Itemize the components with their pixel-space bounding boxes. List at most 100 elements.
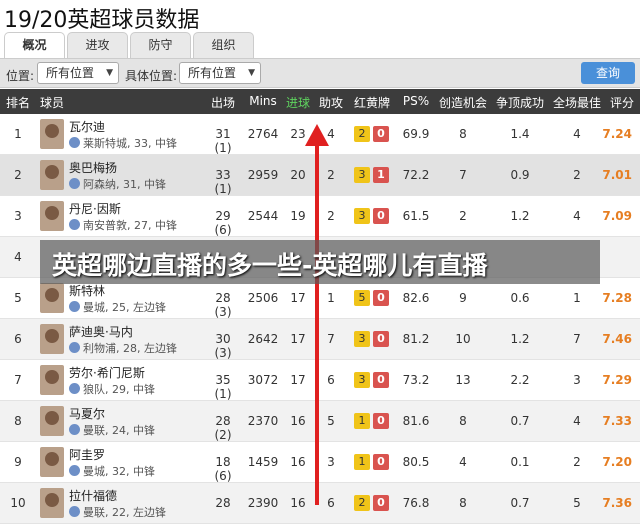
chevron-down-icon: ▼ [106,68,113,78]
mins-cell: 1459 [247,455,279,469]
club-badge-icon [69,301,80,312]
table-row[interactable]: 3 丹尼·因斯 南安普敦, 27, 中锋 29 (6) 2544 19 2 3 … [0,196,640,237]
table-row[interactable]: 1 瓦尔迪 莱斯特城, 33, 中锋 31 (1) 2764 23 4 2 0 … [0,114,640,155]
motm-cell: 4 [573,209,581,223]
ps-cell: 81.2 [402,332,430,346]
player-club-info: 曼城, 32, 中锋 [83,465,155,478]
assists-cell: 2 [327,168,335,182]
col-ps[interactable]: PS% [400,94,432,108]
tab-organize[interactable]: 组织 [193,32,254,58]
rating-cell: 7.24 [602,127,632,141]
position-select[interactable]: 所有位置 ▼ [37,62,119,84]
col-goals[interactable]: 进球 [284,94,312,111]
aerials-cell: 1.2 [510,209,530,223]
player-name[interactable]: 劳尔·希门尼斯 [69,364,145,381]
chances-cell: 2 [459,209,467,223]
player-name[interactable]: 马夏尔 [69,405,105,422]
yellow-card-count: 3 [354,208,370,224]
yellow-card-count: 5 [354,290,370,306]
player-info: 莱斯特城, 33, 中锋 [69,135,177,151]
table-row[interactable]: 7 劳尔·希门尼斯 狼队, 29, 中锋 35 (1) 3072 17 6 3 … [0,360,640,401]
rating-cell: 7.46 [602,332,632,346]
red-card-count: 0 [373,372,389,388]
player-name[interactable]: 拉什福德 [69,487,117,504]
player-info: 曼城, 32, 中锋 [69,463,155,479]
club-badge-icon [69,342,80,353]
rank-cell: 3 [14,209,22,223]
goals-cell: 17 [290,291,306,305]
col-mins[interactable]: Mins [246,94,280,108]
col-apps[interactable]: 出场 [206,94,240,111]
mins-cell: 2370 [247,414,279,428]
table-row[interactable]: 6 萨迪奥·马内 利物浦, 28, 左边锋 30 (3) 2642 17 7 3… [0,319,640,360]
yellow-card-count: 2 [354,126,370,142]
player-name[interactable]: 阿圭罗 [69,446,105,463]
tab-attack[interactable]: 进攻 [67,32,128,58]
rank-cell: 6 [14,332,22,346]
player-photo [40,283,64,313]
table-row[interactable]: 2 奥巴梅扬 阿森纳, 31, 中锋 33 (1) 2959 20 2 3 1 … [0,155,640,196]
assists-cell: 5 [327,414,335,428]
player-photo [40,160,64,190]
col-chances[interactable]: 创造机会 [437,94,489,111]
col-rating[interactable]: 评分 [607,94,637,111]
tab-defense[interactable]: 防守 [130,32,191,58]
table-row[interactable]: 5 斯特林 曼城, 25, 左边锋 28 (3) 2506 17 1 5 0 8… [0,278,640,319]
table-row[interactable]: 9 阿圭罗 曼城, 32, 中锋 18 (6) 1459 16 3 1 0 80… [0,442,640,483]
mins-cell: 3072 [247,373,279,387]
col-cards[interactable]: 红黄牌 [350,94,394,111]
aerials-cell: 1.2 [510,332,530,346]
player-info: 曼联, 24, 中锋 [69,422,155,438]
red-card-count: 0 [373,454,389,470]
chances-cell: 8 [459,127,467,141]
player-club-info: 阿森纳, 31, 中锋 [83,178,166,191]
goals-cell: 23 [290,127,306,141]
col-rank[interactable]: 排名 [6,94,30,111]
yellow-card-count: 1 [354,413,370,429]
player-name[interactable]: 萨迪奥·马内 [69,323,133,340]
player-name[interactable]: 瓦尔迪 [69,118,105,135]
table-row[interactable]: 10 拉什福德 曼联, 22, 左边锋 28 2390 16 6 2 0 76.… [0,483,640,524]
red-card-count: 1 [373,167,389,183]
tab-overview[interactable]: 概况 [4,32,65,58]
apps-cell: 35 (1) [214,373,232,401]
specific-position-select[interactable]: 所有位置 ▼ [179,62,261,84]
rating-cell: 7.29 [602,373,632,387]
apps-cell: 28 [215,496,231,510]
chances-cell: 8 [459,414,467,428]
motm-cell: 4 [573,414,581,428]
club-badge-icon [69,465,80,476]
mins-cell: 2390 [247,496,279,510]
col-aerials[interactable]: 争顶成功 [494,94,546,111]
table-header: 排名 球员 出场 Mins 进球 助攻 红黄牌 PS% 创造机会 争顶成功 全场… [0,89,640,114]
player-club-info: 曼联, 22, 左边锋 [83,506,166,519]
apps-cell: 18 (6) [214,455,232,483]
col-player[interactable]: 球员 [40,94,64,111]
rating-cell: 7.01 [602,168,632,182]
ps-cell: 61.5 [402,209,430,223]
player-photo [40,201,64,231]
rank-cell: 2 [14,168,22,182]
col-motm[interactable]: 全场最佳 [551,94,603,111]
tab-bar: 概况 进攻 防守 组织 [4,32,254,58]
aerials-cell: 2.2 [510,373,530,387]
apps-cell: 29 (6) [214,209,232,237]
col-assists[interactable]: 助攻 [316,94,346,111]
apps-cell: 31 (1) [214,127,232,155]
rating-cell: 7.09 [602,209,632,223]
chances-cell: 7 [459,168,467,182]
goals-cell: 16 [290,414,306,428]
player-club-info: 曼城, 25, 左边锋 [83,301,166,314]
table-row[interactable]: 8 马夏尔 曼联, 24, 中锋 28 (2) 2370 16 5 1 0 81… [0,401,640,442]
player-name[interactable]: 奥巴梅扬 [69,159,117,176]
page-title: 19/20英超球员数据 [4,8,200,33]
player-club-info: 莱斯特城, 33, 中锋 [83,137,177,150]
player-name[interactable]: 斯特林 [69,282,105,299]
query-button[interactable]: 查询 [581,62,635,84]
club-badge-icon [69,219,80,230]
assists-cell: 2 [327,209,335,223]
player-name[interactable]: 丹尼·因斯 [69,200,121,217]
rank-cell: 5 [14,291,22,305]
assists-cell: 4 [327,127,335,141]
motm-cell: 4 [573,127,581,141]
